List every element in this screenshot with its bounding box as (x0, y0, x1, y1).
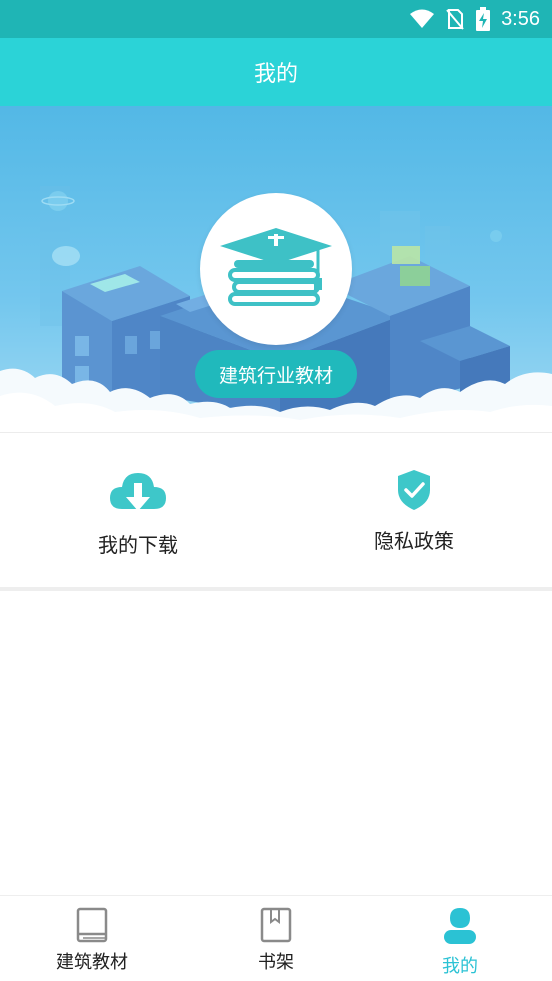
graduation-cap-books-icon (220, 228, 332, 306)
user-icon (444, 908, 476, 944)
page-title: 我的 (253, 62, 298, 87)
privacy-policy-label: 隐私政策 (374, 529, 454, 553)
no-sim-icon (446, 9, 464, 30)
privacy-policy-button[interactable]: 隐私政策 (276, 433, 552, 589)
tab-mine-label: 我的 (442, 956, 478, 977)
status-bar: 3:56 (0, 0, 552, 38)
status-icons: 3:56 (409, 0, 540, 38)
tab-textbooks[interactable]: 建筑教材 (0, 896, 184, 981)
app-bar: 我的 (0, 38, 552, 106)
status-time: 3:56 (501, 7, 540, 30)
action-grid: 我的下载 隐私政策 (0, 432, 552, 588)
bottom-navigation: 建筑教材 书架 我的 (0, 895, 552, 981)
tab-textbooks-label: 建筑教材 (56, 952, 128, 973)
tab-bookshelf-label: 书架 (258, 952, 294, 973)
book-icon (76, 907, 108, 943)
my-downloads-label: 我的下载 (98, 533, 178, 557)
section-divider (0, 587, 552, 591)
bookshelf-icon (260, 907, 292, 943)
industry-badge: 建筑行业教材 (195, 350, 357, 398)
hero-banner: 建筑行业教材 (0, 106, 552, 432)
cloud-download-icon (110, 473, 166, 511)
tab-mine[interactable]: 我的 (368, 896, 552, 981)
wifi-icon (410, 9, 435, 28)
shield-check-icon (398, 470, 430, 510)
tab-bookshelf[interactable]: 书架 (184, 896, 368, 981)
battery-charging-icon (476, 7, 491, 31)
avatar (200, 193, 352, 345)
my-downloads-button[interactable]: 我的下载 (0, 433, 276, 589)
